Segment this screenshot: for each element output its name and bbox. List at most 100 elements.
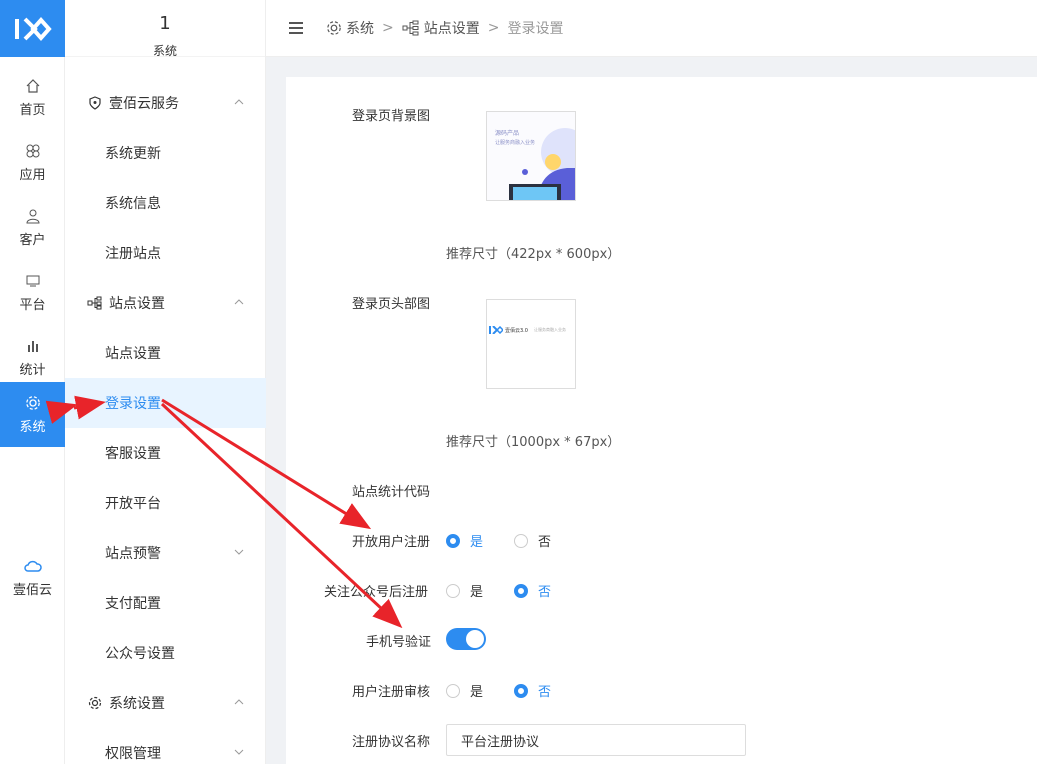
radio-unchecked-icon <box>514 533 528 548</box>
rail-label: 统计 <box>19 363 46 378</box>
rail-item-platform[interactable]: 平台 <box>0 260 65 325</box>
shield-icon <box>87 95 103 111</box>
breadcrumb-item[interactable]: 站点设置 <box>424 18 480 38</box>
submenu-item-customer-service[interactable]: 客服设置 <box>65 428 266 478</box>
submenu-group-system-settings[interactable]: 系统设置 <box>65 678 266 728</box>
head-size-hint: 推荐尺寸（1000px * 67px） <box>446 435 621 450</box>
submenu-item-label: 支付配置 <box>105 596 161 612</box>
submenu-item-permissions[interactable]: 权限管理 <box>65 728 266 764</box>
open-reg-yes-radio[interactable]: 是 <box>446 531 483 550</box>
rail-item-apps[interactable]: 应用 <box>0 130 65 195</box>
rail-label: 首页 <box>19 103 46 118</box>
left-rail: 首页 应用 客户 平台 统计 系统 壹佰云 <box>0 0 65 764</box>
submenu-item-label: 站点预警 <box>105 546 161 562</box>
agreement-name-label: 注册协议名称 <box>352 735 431 750</box>
agreement-name-value: 平台注册协议 <box>461 734 540 750</box>
gear-icon <box>87 695 103 711</box>
head-image-thumbnail[interactable]: 壹佰云3.0 让服务商融入业务 <box>486 299 576 389</box>
rail-label: 客户 <box>19 233 46 248</box>
submenu-item-label: 登录设置 <box>105 396 161 412</box>
submenu-group-cloud-service[interactable]: 壹佰云服务 <box>65 78 266 128</box>
breadcrumb: 系统 > 站点设置 > 登录设置 <box>326 18 563 38</box>
head-thumb-brand-row: 壹佰云3.0 让服务商融入业务 <box>489 326 566 334</box>
bg-illustration-icon <box>509 128 575 200</box>
radio-unchecked-icon <box>446 683 460 698</box>
submenu-item-label: 权限管理 <box>105 746 161 762</box>
reg-review-label: 用户注册审核 <box>352 685 431 700</box>
follow-reg-label: 关注公众号后注册 <box>324 585 429 600</box>
reg-review-no-radio[interactable]: 否 <box>514 681 551 700</box>
menu-toggle-icon[interactable] <box>288 21 304 35</box>
submenu-item-login-settings[interactable]: 登录设置 <box>65 378 266 428</box>
bg-thumb-line2: 让服务商融入业务 <box>495 140 536 146</box>
submenu-item-payment[interactable]: 支付配置 <box>65 578 266 628</box>
radio-label: 否 <box>538 585 552 600</box>
open-reg-label: 开放用户注册 <box>352 535 431 550</box>
radio-checked-icon <box>446 533 460 548</box>
rail-item-home[interactable]: 首页 <box>0 65 65 130</box>
submenu-item-label: 站点设置 <box>105 346 161 362</box>
submenu-item-site-alert[interactable]: 站点预警 <box>65 528 266 578</box>
cloud-icon <box>23 557 42 575</box>
rail-item-customer[interactable]: 客户 <box>0 195 65 260</box>
submenu-item-system-update[interactable]: 系统更新 <box>65 128 266 178</box>
radio-label: 否 <box>538 535 552 550</box>
rail-item-cloud[interactable]: 壹佰云 <box>0 545 65 610</box>
logo-icon <box>14 16 52 41</box>
open-reg-no-radio[interactable]: 否 <box>514 531 551 550</box>
submenu-group-label: 站点设置 <box>109 296 165 312</box>
submenu-item-system-info[interactable]: 系统信息 <box>65 178 266 228</box>
follow-reg-yes-radio[interactable]: 是 <box>446 581 483 600</box>
sitemap-icon <box>402 20 420 36</box>
sitemap-icon <box>87 295 103 311</box>
radio-checked-icon <box>514 583 528 598</box>
submenu-item-label: 注册站点 <box>105 246 161 262</box>
submenu-group-site-settings[interactable]: 站点设置 <box>65 278 266 328</box>
submenu-item-label: 公众号设置 <box>105 646 175 662</box>
radio-unchecked-icon <box>446 583 460 598</box>
top-header: 系统 > 站点设置 > 登录设置 <box>266 0 1037 57</box>
breadcrumb-separator: > <box>382 20 394 36</box>
submenu-group-label: 壹佰云服务 <box>109 96 179 112</box>
chevron-up-icon <box>234 99 244 105</box>
bg-size-hint: 推荐尺寸（422px * 600px） <box>446 247 621 262</box>
chevron-down-icon <box>234 749 244 755</box>
rail-item-stats[interactable]: 统计 <box>0 325 65 390</box>
phone-verify-toggle[interactable] <box>446 628 486 650</box>
app-logo[interactable] <box>0 0 65 57</box>
bg-image-thumbnail[interactable]: 源码产品 让服务商融入业务 <box>486 111 576 201</box>
head-thumb-brand: 壹佰云3.0 <box>505 327 528 334</box>
submenu-item-open-platform[interactable]: 开放平台 <box>65 478 266 528</box>
agreement-name-input[interactable]: 平台注册协议 <box>446 724 746 756</box>
reg-review-yes-radio[interactable]: 是 <box>446 681 483 700</box>
radio-label: 是 <box>470 685 484 700</box>
settings-form: 登录页背景图 源码产品 让服务商融入业务 推荐尺寸（422px * 600px）… <box>286 77 1037 764</box>
submenu-panel: 1 系统 壹佰云服务 系统更新 系统信息 注册站点 站点设置 站点设置 登录设置… <box>65 0 266 764</box>
stats-code-label: 站点统计代码 <box>352 485 431 500</box>
submenu-group-label: 系统设置 <box>109 696 165 712</box>
user-icon <box>24 207 42 225</box>
monitor-icon <box>24 272 42 290</box>
submenu-header-label: 系统 <box>152 44 177 58</box>
breadcrumb-item[interactable]: 系统 <box>346 18 374 38</box>
radio-label: 是 <box>470 585 484 600</box>
submenu-header: 1 系统 <box>65 0 265 58</box>
radio-label: 是 <box>470 535 484 550</box>
phone-verify-label: 手机号验证 <box>366 635 432 650</box>
head-thumb-tag: 让服务商融入业务 <box>533 327 566 332</box>
follow-reg-no-radio[interactable]: 否 <box>514 581 551 600</box>
submenu-item-site-settings[interactable]: 站点设置 <box>65 328 266 378</box>
rail-label: 壹佰云 <box>12 583 52 598</box>
submenu-item-wechat-mp[interactable]: 公众号设置 <box>65 628 266 678</box>
chevron-down-icon <box>234 549 244 555</box>
gear-icon <box>326 20 342 36</box>
bg-thumb-line1: 源码产品 <box>495 130 520 137</box>
rail-item-system[interactable]: 系统 <box>0 382 65 447</box>
home-icon <box>24 77 42 95</box>
submenu-item-register-site[interactable]: 注册站点 <box>65 228 266 278</box>
apps-icon <box>24 142 42 160</box>
radio-label: 否 <box>538 685 552 700</box>
submenu-header-num: 1 <box>159 13 171 34</box>
chevron-up-icon <box>234 699 244 705</box>
submenu-item-label: 系统更新 <box>105 146 161 162</box>
